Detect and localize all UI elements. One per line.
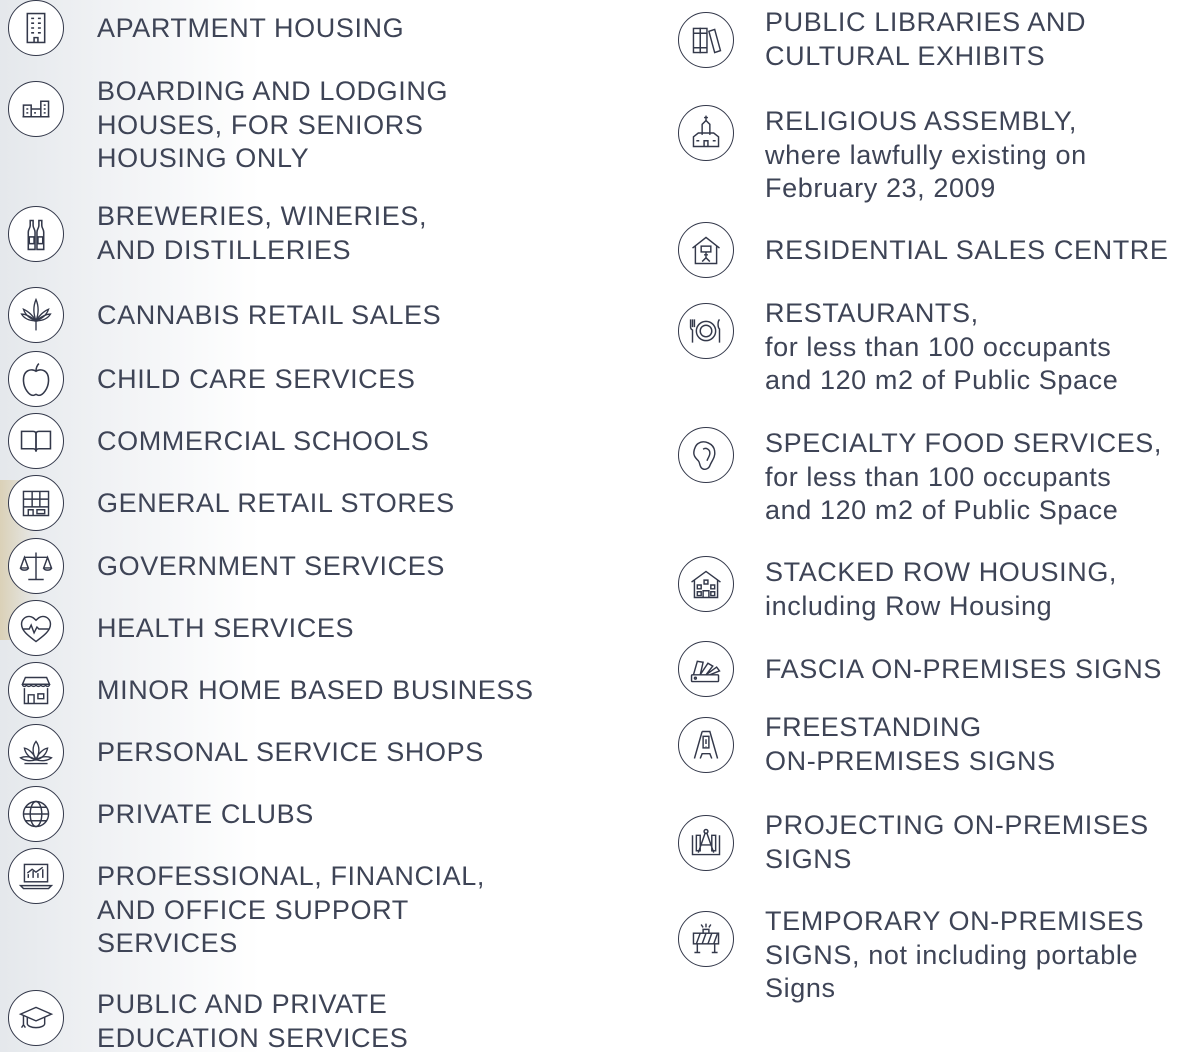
steak-icon bbox=[678, 427, 734, 483]
item-label: SPECIALTY FOOD SERVICES, for less than 1… bbox=[765, 428, 1163, 525]
storefront-icon bbox=[8, 475, 64, 531]
item-label: RESTAURANTS, for less than 100 occupants… bbox=[765, 298, 1119, 395]
scales-icon bbox=[8, 538, 64, 594]
swatch-fan-icon bbox=[678, 641, 734, 697]
laptop-chart-icon bbox=[8, 848, 64, 904]
boarding-houses-icon bbox=[8, 81, 64, 137]
item-label: FASCIA ON-PREMISES SIGNS bbox=[765, 654, 1162, 684]
apartment-building-icon bbox=[8, 0, 64, 56]
item-label: RELIGIOUS ASSEMBLY, where lawfully exist… bbox=[765, 106, 1087, 203]
sales-house-icon bbox=[678, 222, 734, 278]
plate-cutlery-icon bbox=[678, 303, 734, 359]
cannabis-leaf-icon bbox=[8, 287, 64, 343]
books-icon bbox=[678, 12, 734, 68]
item-label: STACKED ROW HOUSING, including Row Housi… bbox=[765, 557, 1118, 621]
sandwich-board-icon bbox=[678, 717, 734, 773]
row-house-icon bbox=[678, 556, 734, 612]
item-label: TEMPORARY ON-PREMISES SIGNS, not includi… bbox=[765, 906, 1145, 1003]
open-book-icon bbox=[8, 413, 64, 469]
bottles-icon bbox=[8, 206, 64, 262]
item-label: FREESTANDING ON-PREMISES SIGNS bbox=[765, 712, 1056, 776]
item-label: RESIDENTIAL SALES CENTRE bbox=[765, 235, 1169, 265]
drafting-compass-icon bbox=[678, 815, 734, 871]
item-label: BREWERIES, WINERIES, AND DISTILLERIES bbox=[97, 201, 428, 265]
item-label: APARTMENT HOUSING bbox=[97, 13, 405, 43]
lotus-icon bbox=[8, 724, 64, 780]
item-label: PUBLIC AND PRIVATE EDUCATION SERVICES bbox=[97, 989, 409, 1053]
graduation-cap-icon bbox=[8, 990, 64, 1046]
globe-icon bbox=[8, 786, 64, 842]
item-label: BOARDING AND LODGING HOUSES, FOR SENIORS H… bbox=[97, 76, 449, 173]
item-label: HEALTH SERVICES bbox=[97, 613, 355, 643]
apple-icon bbox=[8, 351, 64, 407]
item-label: GOVERNMENT SERVICES bbox=[97, 551, 445, 581]
item-label: COMMERCIAL SCHOOLS bbox=[97, 426, 430, 456]
heart-pulse-icon bbox=[8, 600, 64, 656]
item-label: PUBLIC LIBRARIES AND CULTURAL EXHIBITS bbox=[765, 7, 1087, 71]
shop-awning-icon bbox=[8, 662, 64, 718]
item-label: CHILD CARE SERVICES bbox=[97, 364, 416, 394]
barricade-icon bbox=[678, 911, 734, 967]
item-label: PERSONAL SERVICE SHOPS bbox=[97, 737, 484, 767]
item-label: PROFESSIONAL, FINANCIAL, AND OFFICE SUPPO… bbox=[97, 861, 485, 958]
church-icon bbox=[678, 105, 734, 161]
item-label: PRIVATE CLUBS bbox=[97, 799, 314, 829]
item-label: CANNABIS RETAIL SALES bbox=[97, 300, 442, 330]
item-label: PROJECTING ON-PREMISES SIGNS bbox=[765, 810, 1149, 874]
item-label: GENERAL RETAIL STORES bbox=[97, 488, 455, 518]
item-label: MINOR HOME BASED BUSINESS bbox=[97, 675, 534, 705]
